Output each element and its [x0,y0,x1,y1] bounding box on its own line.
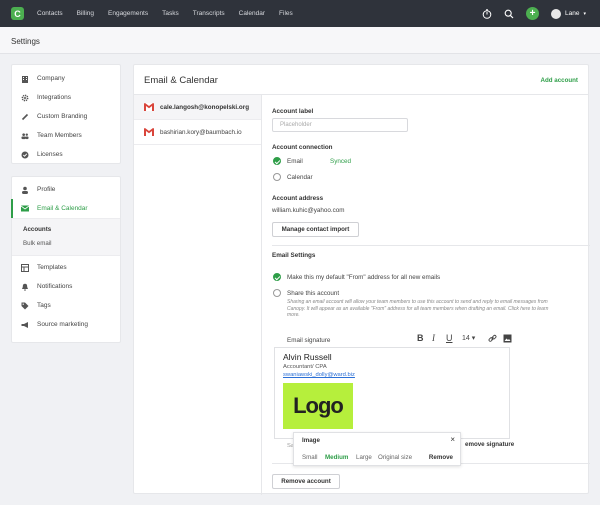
user-menu[interactable]: Lane ▾ [551,8,586,19]
account-address-value: william.kuhic@yahoo.com [272,207,345,214]
default-from-label: Make this my default "From" address for … [287,274,441,281]
account-label-heading: Account label [272,108,314,115]
nav-calendar[interactable]: Calendar [239,10,265,17]
person-icon [21,186,29,194]
calendar-checkbox[interactable] [273,173,281,181]
subnav-accounts[interactable]: Accounts [23,223,120,237]
share-account-hint: Sharing an email account will allow your… [287,299,549,318]
account-connection-heading: Account connection [272,144,333,151]
email-calendar-subnav: Accounts Bulk email [12,218,120,256]
bold-button[interactable]: B [417,333,424,343]
image-icon[interactable] [503,334,512,343]
signature-email-link[interactable]: swaniawski_dolly@ward.biz [283,372,355,378]
people-icon [21,132,29,140]
account-label-input[interactable]: Placeholder [272,118,408,132]
subnav-bulk-email[interactable]: Bulk email [23,237,120,251]
share-account-checkbox[interactable] [273,289,281,297]
signature-name: Alvin Russell [283,352,332,362]
account-item[interactable]: cale.langosh@konopelski.org [134,95,261,120]
account-address-heading: Account address [272,195,324,202]
email-settings-heading: Email Settings [272,252,316,259]
nav-tasks[interactable]: Tasks [162,10,179,17]
close-icon[interactable]: × [450,435,455,444]
nav-contacts[interactable]: Contacts [37,10,63,17]
avatar [551,8,562,19]
add-button[interactable]: + [526,7,540,20]
nav-engagements[interactable]: Engagements [108,10,148,17]
panel-title: Email & Calendar [144,75,218,86]
sidebar-item-custom-branding[interactable]: Custom Branding [12,107,120,126]
building-icon [21,75,29,83]
sidebar-item-source-marketing[interactable]: Source marketing [12,315,120,334]
email-checkbox[interactable] [273,157,281,165]
panel-header: Email & Calendar Add account [134,65,588,95]
signature-role: Accountant/ CPA [283,364,327,370]
popup-title: Image [302,437,320,444]
calendar-label: Calendar [287,174,313,181]
font-size-select[interactable]: 14 ▾ [462,334,475,342]
image-size-popup: Image × Small Medium Large Original size… [293,432,461,466]
gmail-icon [144,128,154,136]
user-name: Lane [565,10,580,17]
badge-check-icon [21,151,29,159]
signature-logo-image[interactable]: Logo [283,383,353,429]
signature-editor[interactable]: Alvin Russell Accountant/ CPA swaniawski… [274,347,510,439]
sidebar-group-org: Company Integrations Custom Branding Tea… [11,64,121,164]
app-logo[interactable]: C [11,7,24,20]
size-option-original[interactable]: Original size [378,454,412,461]
sidebar-item-tags[interactable]: Tags [12,296,120,315]
page-title: Settings [11,37,40,46]
sidebar-item-company[interactable]: Company [12,69,120,88]
underline-button[interactable]: U [446,333,453,343]
envelope-icon [21,205,29,213]
link-icon[interactable] [488,334,497,343]
template-icon [21,263,29,272]
megaphone-icon [21,321,29,329]
italic-button[interactable]: I [432,333,435,343]
sidebar-group-personal: Profile Email & Calendar Accounts Bulk e… [11,176,121,343]
email-signature-label: Email signature [287,337,331,344]
size-option-small[interactable]: Small [302,454,317,461]
email-calendar-panel: Email & Calendar Add account cale.langos… [133,64,590,495]
gear-icon [21,94,29,102]
sidebar-item-notifications[interactable]: Notifications [12,277,120,296]
account-list: cale.langosh@konopelski.org bashirian.ko… [134,95,262,495]
remove-signature-link[interactable]: emove signature [465,441,514,448]
sidebar-item-integrations[interactable]: Integrations [12,88,120,107]
synced-status: Synced [330,158,352,165]
page-header: Settings [0,27,600,54]
gmail-icon [144,103,154,111]
bell-icon [21,283,29,291]
remove-image-button[interactable]: Remove [429,454,453,461]
sidebar-item-licenses[interactable]: Licenses [12,145,120,164]
sidebar-item-team-members[interactable]: Team Members [12,126,120,145]
timer-icon[interactable] [482,8,492,19]
manage-contact-import-button[interactable]: Manage contact import [272,222,359,237]
divider [272,245,590,246]
sidebar-item-templates[interactable]: Templates [12,258,120,277]
size-option-medium[interactable]: Medium [325,454,348,461]
nav-files[interactable]: Files [279,10,293,17]
account-item[interactable]: bashirian.kory@baumbach.io [134,120,261,145]
share-account-label: Share this account [287,290,340,297]
search-icon[interactable] [504,9,514,19]
size-option-large[interactable]: Large [356,454,372,461]
remove-account-button[interactable]: Remove account [272,474,340,489]
email-label: Email [287,158,303,165]
brush-icon [21,113,29,121]
signature-toolbar: B I U 14 ▾ [417,332,527,346]
default-from-checkbox[interactable] [273,273,281,281]
nav-transcripts[interactable]: Transcripts [193,10,225,17]
tag-icon [21,302,29,310]
sidebar-item-profile[interactable]: Profile [12,180,120,199]
sidebar-item-email-calendar[interactable]: Email & Calendar [11,199,120,218]
add-account-button[interactable]: Add account [541,77,578,84]
chevron-down-icon: ▾ [583,10,586,17]
nav-billing[interactable]: Billing [77,10,94,17]
top-nav: C Contacts Billing Engagements Tasks Tra… [0,0,600,27]
